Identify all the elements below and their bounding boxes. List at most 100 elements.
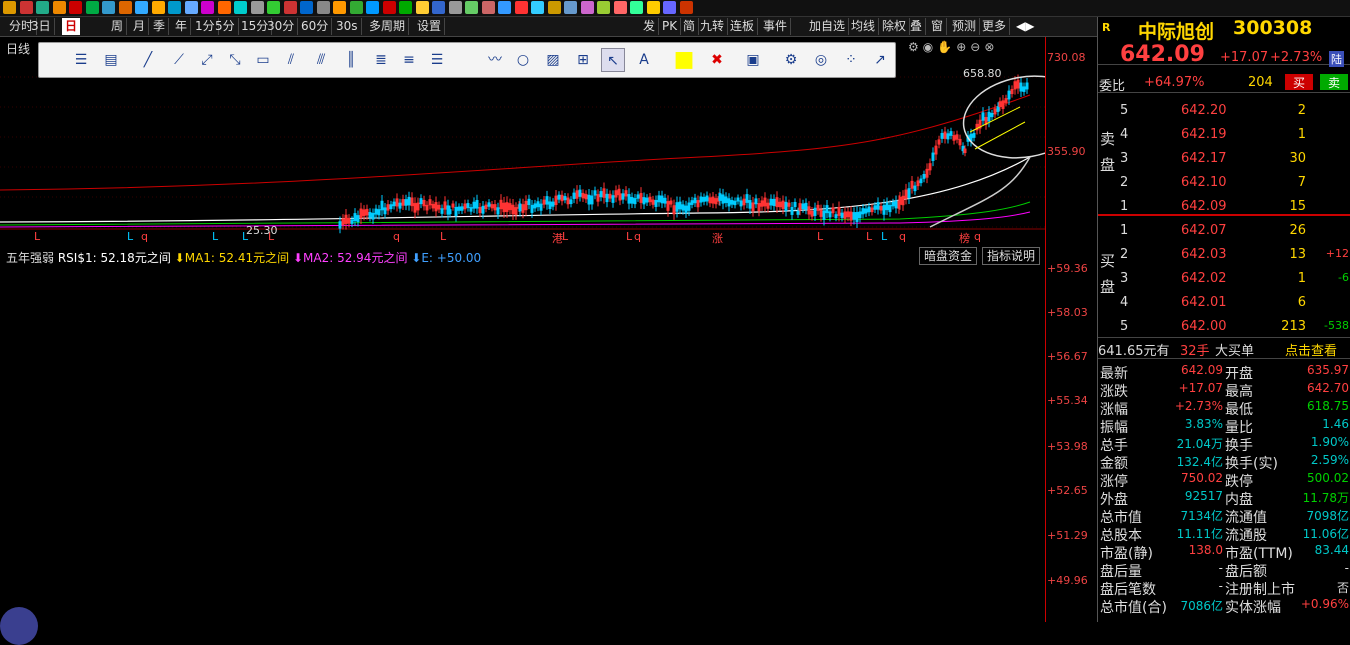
toolbar-icon[interactable]: [151, 1, 165, 14]
gear-icon[interactable]: ⚙: [908, 40, 923, 54]
event-marker[interactable]: q: [634, 230, 641, 243]
event-marker[interactable]: 涨: [712, 230, 723, 245]
sell-level-row[interactable]: 2 642.10 7: [1098, 172, 1350, 196]
menu-right-item-9[interactable]: 叠: [907, 18, 927, 35]
toolbar-icon[interactable]: [300, 1, 313, 14]
toolbar-icon[interactable]: [547, 1, 561, 14]
toolbar-icon[interactable]: [613, 1, 627, 14]
toolbar-icon[interactable]: [3, 1, 16, 14]
toolbar-icon[interactable]: [52, 1, 66, 14]
big-buy-link[interactable]: 点击查看: [1285, 340, 1337, 359]
menu-item-14[interactable]: 设置: [414, 18, 446, 35]
toolbar-icon[interactable]: [415, 1, 429, 14]
menu-right-item-0[interactable]: 发: [640, 18, 660, 35]
toolbar-icon[interactable]: [283, 1, 297, 14]
event-marker[interactable]: L: [881, 230, 887, 243]
event-marker[interactable]: L: [127, 230, 133, 243]
line-icon[interactable]: ╱: [136, 48, 160, 72]
toolbar-icon[interactable]: [382, 1, 396, 14]
menu-right-item-4[interactable]: 连板: [727, 18, 759, 35]
menu-item-3[interactable]: 周: [108, 18, 128, 35]
event-marker[interactable]: q: [393, 230, 400, 243]
zoom-in-icon[interactable]: ⊕: [956, 40, 970, 54]
menu-scroll-icon[interactable]: ◀▶: [1013, 18, 1037, 35]
parallel-icon[interactable]: ║: [339, 48, 363, 72]
toolbar-icon[interactable]: [333, 1, 346, 14]
fib-icon[interactable]: ≣: [369, 48, 393, 72]
toolbar-icon[interactable]: [102, 1, 115, 14]
sell-level-row[interactable]: 3 642.17 30: [1098, 148, 1350, 172]
toolbar-icon[interactable]: [349, 1, 363, 14]
ray-icon[interactable]: ⟋: [167, 48, 191, 72]
layout-icon[interactable]: ⁘: [839, 48, 863, 72]
toolbar-icon[interactable]: [597, 1, 610, 14]
share-icon[interactable]: ↗: [868, 48, 892, 72]
indicator-name[interactable]: 五年强弱: [6, 251, 54, 265]
menu-item-12[interactable]: 30s: [333, 18, 362, 35]
dark-pool-button[interactable]: 暗盘资金: [919, 247, 978, 265]
event-marker[interactable]: L: [626, 230, 632, 243]
rect-icon[interactable]: ▭: [251, 48, 275, 72]
indicator-help-button[interactable]: 指标说明: [982, 247, 1041, 265]
toolbar-icon[interactable]: [267, 1, 280, 14]
cursor-icon[interactable]: ↖: [601, 48, 625, 72]
sell-level-row[interactable]: 4 642.19 1: [1098, 124, 1350, 148]
toolbar-icon[interactable]: [432, 1, 445, 14]
toolbar-icon[interactable]: [448, 1, 462, 14]
toolbar-icon[interactable]: [630, 1, 643, 14]
event-marker[interactable]: L: [866, 230, 872, 243]
menu-item-5[interactable]: 季: [150, 18, 170, 35]
toolbar-icon[interactable]: [118, 1, 132, 14]
price-chart-panel[interactable]: 日线 ☰ ▤ ╱ ⟋ ⤢ ⤡ ▭ ⫽ ⫻ ║ ≣ ≡ ☰ 〰 ○ ▨ ⊞ ↖ A ■ ✖ ▣ ⚙ ◎ ⁘ ↗ ⚙◉✋⊕⊖⊗ LLq…: [0, 37, 1045, 245]
event-marker[interactable]: q: [974, 230, 981, 243]
buy-level-row[interactable]: 3 642.02 1 -6: [1098, 268, 1350, 292]
buy-button[interactable]: 买: [1285, 74, 1313, 90]
menu-item-13[interactable]: 多周期: [366, 18, 410, 35]
channel-icon[interactable]: ⫻: [309, 48, 333, 72]
event-marker[interactable]: L: [212, 230, 218, 243]
toolbar-icon[interactable]: [580, 1, 594, 14]
toolbar-icon[interactable]: [646, 1, 660, 14]
toolbar-icon[interactable]: [679, 1, 693, 14]
text-icon[interactable]: A: [632, 48, 656, 72]
color-box-icon[interactable]: ■: [672, 48, 696, 72]
event-marker[interactable]: L: [440, 230, 446, 243]
eye-icon[interactable]: ◉: [923, 40, 937, 54]
level-icon[interactable]: ☰: [425, 48, 449, 72]
toolbar-icon[interactable]: [85, 1, 99, 14]
stamp-icon[interactable]: ▣: [741, 48, 765, 72]
menu-right-item-7[interactable]: 均线: [848, 18, 880, 35]
toolbar-icon[interactable]: [316, 1, 330, 14]
zoom-out-icon[interactable]: ⊖: [970, 40, 984, 54]
menu-right-item-12[interactable]: 更多: [979, 18, 1011, 35]
sell-level-row[interactable]: 5 642.20 2: [1098, 100, 1350, 124]
menu-right-item-8[interactable]: 除权: [879, 18, 911, 35]
ruler-icon[interactable]: ▤: [99, 48, 123, 72]
toolbar-icon[interactable]: [465, 1, 478, 14]
gann-icon[interactable]: ≡: [397, 48, 421, 72]
toolbar-icon[interactable]: [481, 1, 495, 14]
event-marker[interactable]: q: [141, 230, 148, 243]
menu-item-10[interactable]: 30分: [264, 18, 299, 35]
toolbar-icon[interactable]: [234, 1, 247, 14]
event-marker[interactable]: L: [562, 230, 568, 243]
menu-right-item-3[interactable]: 九转: [697, 18, 729, 35]
menu-item-8[interactable]: 5分: [212, 18, 239, 35]
menu-right-item-1[interactable]: PK: [659, 18, 682, 35]
sell-level-row[interactable]: 1 642.09 15: [1098, 196, 1350, 220]
extend-line-icon[interactable]: ⤡: [223, 48, 247, 72]
menu-right-item-5[interactable]: 事件: [760, 18, 792, 35]
menu-right-item-11[interactable]: 预测: [949, 18, 981, 35]
menu-right-item-10[interactable]: 窗: [928, 18, 948, 35]
fan-icon[interactable]: ⫽: [279, 48, 303, 72]
settings-lines-icon[interactable]: ☰: [69, 48, 93, 72]
toolbar-icon[interactable]: [564, 1, 577, 14]
event-marker[interactable]: 榜: [959, 230, 970, 245]
toolbar-icon[interactable]: [399, 1, 412, 14]
event-marker[interactable]: q: [899, 230, 906, 243]
wave-icon[interactable]: 〰: [483, 48, 507, 72]
event-marker[interactable]: L: [817, 230, 823, 243]
toolbar-icon[interactable]: [36, 1, 49, 14]
delete-icon[interactable]: ✖: [705, 48, 729, 72]
buy-level-row[interactable]: 4 642.01 6: [1098, 292, 1350, 316]
